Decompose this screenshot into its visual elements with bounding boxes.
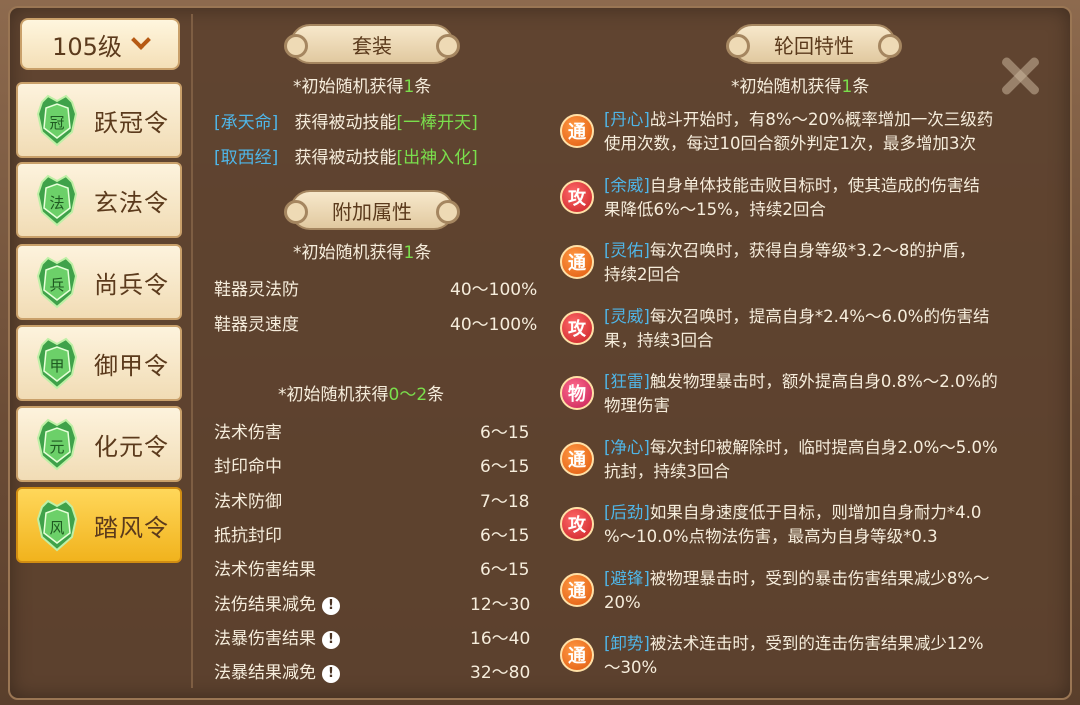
svg-text:兵: 兵: [49, 276, 64, 294]
attr-section-title: 附加属性: [284, 190, 460, 230]
set-section-title: 套装: [284, 24, 460, 64]
trait-type-badge: 攻: [560, 310, 594, 345]
attr-note-2: *初始随机获得0～2条: [278, 385, 445, 405]
trait-item: 攻 [后劲]如果自身速度低于目标，则增加自身耐力*4.0 %～10.0%点物法伤害，…: [560, 501, 1060, 549]
attr2-label: 法暴伤害结果!: [214, 624, 340, 649]
nav-item-label: 踏风令: [94, 513, 169, 542]
trait-item: 物 [狂雷]触发物理暴击时，额外提高自身0.8%～2.0%的 物理伤害: [560, 370, 1060, 418]
trait-description: [余威]自身单体技能击败目标时，使其造成的伤害结 果降低6%～15%，持续2回合: [604, 175, 980, 219]
trait-type-badge: 通: [560, 638, 594, 672]
trait-description: [卸势]被法术连击时，受到的连击伤害结果减少12% ～30%: [604, 634, 984, 677]
nav-item-label: 尚兵令: [94, 270, 169, 299]
trait-description: [净心]每次封印被解除时，临时提高自身2.0%～5.0% 抗封，持续3回合: [604, 437, 998, 481]
level-label: 105级: [52, 32, 122, 61]
close-icon[interactable]: [996, 52, 1044, 100]
warning-icon[interactable]: !: [322, 596, 340, 615]
nav-item[interactable]: 冠 跃冠令: [16, 82, 182, 158]
nav-item-label: 跃冠令: [94, 108, 169, 137]
level-dropdown[interactable]: 105级: [20, 18, 180, 70]
trait-description: [狂雷]触发物理暴击时，额外提高自身0.8%～2.0%的 物理伤害: [604, 372, 998, 415]
trait-item: 通 [丹心]战斗开始时，有8%～20%概率增加一次三级药 使用次数，每过10回合额外…: [560, 108, 1060, 156]
token-emblem-icon: 元: [36, 418, 78, 471]
token-emblem-icon: 冠: [36, 94, 78, 147]
svg-text:甲: 甲: [49, 357, 64, 375]
set-row: [取西经] 获得被动技能[出神入化]: [214, 148, 478, 168]
nav-item-label: 玄法令: [94, 188, 169, 217]
warning-icon[interactable]: !: [322, 665, 340, 684]
trait-description: [丹心]战斗开始时，有8%～20%概率增加一次三级药 使用次数，每过10回合额外判…: [604, 110, 994, 153]
trait-type-badge: 通: [560, 245, 594, 279]
nav-item[interactable]: 元 化元令: [16, 406, 182, 482]
svg-text:风: 风: [49, 519, 64, 537]
token-emblem-icon: 兵: [36, 256, 78, 309]
warning-icon[interactable]: !: [322, 630, 340, 649]
attr2-value: 6～15: [480, 423, 530, 443]
attr2-value: 6～15: [480, 457, 530, 478]
trait-note: *初始随机获得1条: [731, 77, 870, 97]
nav-item[interactable]: 风 踏风令: [16, 487, 182, 563]
trait-item: 通 [卸势]被法术连击时，受到的连击伤害结果减少12% ～30%: [560, 632, 1060, 680]
attr-note: *初始随机获得1条: [293, 243, 432, 263]
trait-description: [避锋]被物理暴击时，受到的暴击伤害结果减少8%～ 20%: [604, 568, 990, 612]
trait-type-badge: 通: [560, 441, 594, 476]
token-emblem-icon: 风: [36, 499, 78, 552]
attr-value: 40～100%: [450, 280, 538, 300]
attr2-label: 法术伤害: [214, 423, 282, 443]
trait-type-badge: 通: [560, 572, 594, 607]
set-row: [承天命] 获得被动技能[一棒开天]: [214, 113, 478, 133]
trait-type-badge: 物: [560, 376, 594, 410]
svg-text:冠: 冠: [49, 114, 64, 132]
trait-type-badge: 通: [560, 114, 594, 148]
attr2-label: 法术防御: [214, 491, 282, 512]
attr2-value: 16～40: [470, 628, 531, 649]
trait-section-title: 轮回特性: [726, 24, 902, 64]
nav-item[interactable]: 法 玄法令: [16, 162, 182, 238]
token-emblem-icon: 甲: [36, 337, 78, 390]
attr-label: 鞋器灵速度: [214, 315, 299, 335]
nav-item-label: 御甲令: [94, 351, 169, 380]
attr2-value: 12～30: [470, 594, 531, 615]
trait-description: [灵佑]每次召唤时，获得自身等级*3.2～8的护盾， 持续2回合: [604, 241, 976, 284]
trait-description: [灵威]每次召唤时，提高自身*2.4%～6.0%的伤害结 果，持续3回合: [604, 306, 990, 350]
trait-item: 攻 [余威]自身单体技能击败目标时，使其造成的伤害结 果降低6%～15%，持续2回合: [560, 174, 1060, 222]
attr2-value: 6～15: [480, 560, 530, 581]
column-divider: [191, 14, 193, 688]
attr2-label: 法暴结果减免!: [214, 658, 340, 684]
trait-type-badge: 攻: [560, 179, 594, 214]
attr2-label: 抵抗封印: [214, 525, 282, 546]
attr2-label: 封印命中: [214, 457, 282, 478]
nav-item-label: 化元令: [94, 432, 169, 461]
attr2-value: 32～80: [470, 663, 531, 684]
nav-item[interactable]: 甲 御甲令: [16, 325, 182, 401]
attr2-value: 7～18: [480, 491, 530, 512]
trait-description: [后劲]如果自身速度低于目标，则增加自身耐力*4.0 %～10.0%点物法伤害，最…: [604, 503, 982, 546]
svg-text:法: 法: [49, 194, 64, 212]
svg-text:元: 元: [49, 438, 64, 456]
chevron-down-icon: [131, 30, 151, 50]
trait-item: 通 [避锋]被物理暴击时，受到的暴击伤害结果减少8%～ 20%: [560, 567, 1060, 615]
set-note: *初始随机获得1条: [293, 77, 432, 97]
attr2-label: 法术伤害结果: [214, 560, 316, 581]
attr2-value: 6～15: [480, 525, 530, 546]
trait-item: 攻 [灵威]每次召唤时，提高自身*2.4%～6.0%的伤害结 果，持续3回合: [560, 305, 1060, 353]
trait-type-badge: 攻: [560, 507, 594, 541]
attr-value: 40～100%: [450, 315, 538, 335]
attr-label: 鞋器灵法防: [214, 280, 299, 300]
trait-item: 通 [灵佑]每次召唤时，获得自身等级*3.2～8的护盾， 持续2回合: [560, 239, 1060, 287]
token-emblem-icon: 法: [36, 174, 78, 227]
attr2-label: 法伤结果减免!: [214, 590, 340, 615]
trait-item: 通 [净心]每次封印被解除时，临时提高自身2.0%～5.0% 抗封，持续3回合: [560, 436, 1060, 484]
nav-item[interactable]: 兵 尚兵令: [16, 244, 182, 320]
